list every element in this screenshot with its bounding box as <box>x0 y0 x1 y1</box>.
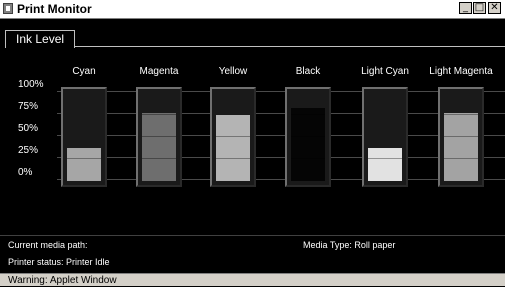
cartridge-cyan <box>61 87 107 187</box>
minimize-button[interactable]: _ <box>459 2 472 14</box>
print-monitor-window: Print Monitor _ □ ✕ Ink Level 100% 75% 5… <box>0 0 505 286</box>
cartridge-divider <box>216 136 250 137</box>
cartridge-black <box>285 87 331 187</box>
cartridge-light-cyan <box>362 87 408 187</box>
current-media-path-label: Current media path: <box>8 240 88 250</box>
cartridge-divider <box>142 136 176 137</box>
ink-fill-light-magenta <box>444 113 478 181</box>
cartridge-divider <box>291 158 325 159</box>
cartridge-divider <box>291 114 325 115</box>
ink-name-black: Black <box>295 66 321 77</box>
scale-label-25: 25% <box>18 145 39 156</box>
ink-name-magenta: Magenta <box>139 66 179 77</box>
cartridge-light-magenta <box>438 87 484 187</box>
ink-name-light-magenta: Light Magenta <box>429 66 493 77</box>
cartridge-divider <box>142 158 176 159</box>
ink-name-light-cyan: Light Cyan <box>361 66 409 77</box>
cartridge-divider <box>368 158 402 159</box>
ink-level-panel: 100% 75% 50% 25% 0% Cyan Magenta Yellow … <box>0 47 505 235</box>
cartridge-divider <box>444 158 478 159</box>
window-title: Print Monitor <box>17 2 92 16</box>
scale-label-0: 0% <box>18 167 33 178</box>
scale-label-50: 50% <box>18 123 39 134</box>
cartridge-divider <box>142 114 176 115</box>
cartridge-divider <box>444 136 478 137</box>
ink-fill-magenta <box>142 113 176 181</box>
ink-fill-cyan <box>67 148 101 181</box>
ink-fill-black <box>291 108 325 181</box>
printer-app-icon <box>3 3 13 14</box>
media-type-text: Media Type: Roll paper <box>303 240 396 250</box>
tab-strip: Ink Level <box>0 19 505 48</box>
cartridge-divider <box>291 136 325 137</box>
applet-warning-bar: Warning: Applet Window <box>0 273 505 286</box>
close-button[interactable]: ✕ <box>488 2 501 14</box>
scale-label-75: 75% <box>18 101 39 112</box>
cartridge-magenta <box>136 87 182 187</box>
ink-fill-light-cyan <box>368 148 402 181</box>
maximize-button[interactable]: □ <box>473 2 486 14</box>
status-panel: Current media path: Media Type: Roll pap… <box>0 235 505 274</box>
ink-name-yellow: Yellow <box>218 66 248 77</box>
title-bar[interactable]: Print Monitor _ □ ✕ <box>0 0 505 19</box>
cartridge-yellow <box>210 87 256 187</box>
ink-fill-yellow <box>216 115 250 181</box>
cartridge-divider <box>216 158 250 159</box>
printer-status-text: Printer status: Printer Idle <box>8 257 110 267</box>
cartridge-divider <box>444 114 478 115</box>
scale-label-100: 100% <box>18 79 44 90</box>
cartridge-divider <box>67 158 101 159</box>
tab-ink-level[interactable]: Ink Level <box>5 30 76 48</box>
ink-name-cyan: Cyan <box>72 66 96 77</box>
